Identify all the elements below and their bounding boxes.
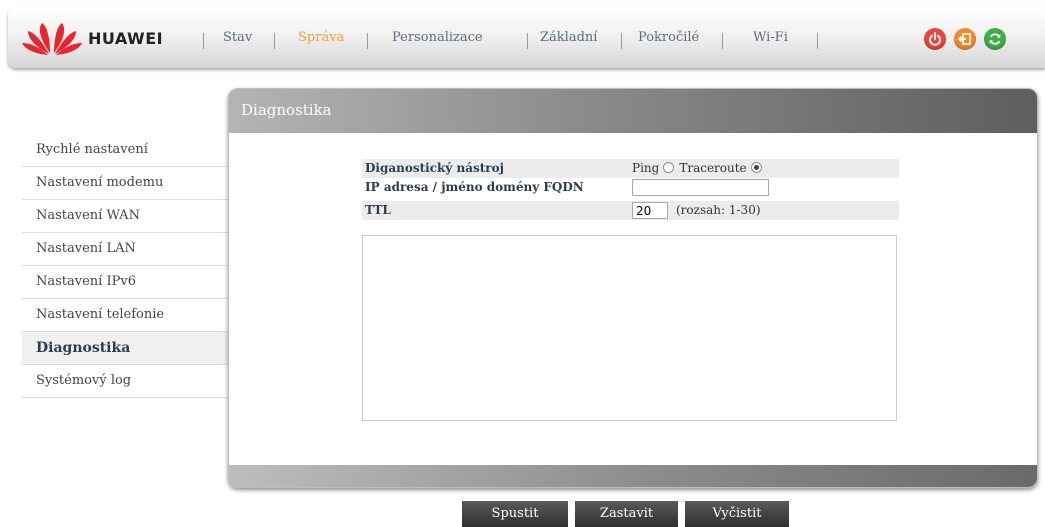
- nav-separator: [527, 33, 528, 49]
- ping-radio[interactable]: [663, 162, 675, 173]
- refresh-icon[interactable]: [984, 28, 1006, 50]
- nav-item-zakladni[interactable]: Základní: [540, 30, 597, 45]
- sidebar-item-nastaveni-telefonie[interactable]: Nastavení telefonie: [22, 299, 228, 332]
- traceroute-radio[interactable]: [750, 162, 762, 173]
- clear-button[interactable]: Vyčistit: [685, 501, 789, 527]
- nav-separator: [722, 33, 723, 49]
- nav-item-sprava[interactable]: Správa: [298, 30, 344, 45]
- huawei-flower-icon: [22, 23, 82, 55]
- nav-separator: [274, 33, 275, 49]
- nav-separator: [621, 33, 622, 49]
- power-icon[interactable]: [924, 28, 946, 50]
- tool-label: Diganostický nástroj: [365, 161, 504, 175]
- diagnostics-output[interactable]: [362, 235, 897, 421]
- ping-option-label: Ping: [632, 161, 660, 175]
- sidebar-item-nastaveni-wan[interactable]: Nastavení WAN: [22, 200, 228, 233]
- sidebar-item-systemovy-log[interactable]: Systémový log: [22, 365, 228, 398]
- start-button[interactable]: Spustit: [462, 501, 568, 527]
- logout-icon[interactable]: [954, 28, 976, 50]
- panel-footer: [229, 465, 1037, 487]
- sidebar-item-diagnostika[interactable]: Diagnostika: [22, 332, 228, 365]
- nav-item-stav[interactable]: Stav: [223, 30, 252, 45]
- sidebar-menu: Rychlé nastavení Nastavení modemu Nastav…: [22, 134, 228, 398]
- sidebar-item-nastaveni-modemu[interactable]: Nastavení modemu: [22, 167, 228, 200]
- page-title: Diagnostika: [241, 101, 332, 119]
- sidebar-item-nastaveni-lan[interactable]: Nastavení LAN: [22, 233, 228, 266]
- nav-item-wifi[interactable]: Wi-Fi: [753, 30, 788, 45]
- panel-header: Diagnostika: [229, 89, 1037, 133]
- nav-separator: [367, 33, 368, 49]
- address-input[interactable]: [632, 179, 769, 196]
- ttl-label: TTL: [365, 203, 391, 217]
- address-label: IP adresa / jméno domény FQDN: [365, 180, 584, 194]
- tool-row: Diganostický nástroj Ping Traceroute: [362, 159, 899, 178]
- sidebar-item-nastaveni-ipv6[interactable]: Nastavení IPv6: [22, 266, 228, 299]
- diagnostics-panel: Diagnostika Diganostický nástroj Ping Tra…: [228, 88, 1038, 488]
- traceroute-option-label: Traceroute: [679, 161, 747, 175]
- huawei-logo: HUAWEI: [22, 21, 192, 55]
- ttl-row: TTL (rozsah: 1-30): [362, 201, 899, 220]
- ttl-input[interactable]: [632, 202, 668, 219]
- nav-separator: [817, 33, 818, 49]
- nav-item-pokrocile[interactable]: Pokročilé: [638, 30, 699, 45]
- nav-item-personalizace[interactable]: Personalizace: [392, 30, 483, 45]
- brand-name: HUAWEI: [88, 29, 164, 48]
- top-navigation-bar: HUAWEI Stav Správa Personalizace Základn…: [8, 8, 1045, 68]
- nav-separator: [203, 33, 204, 49]
- ttl-range: (rozsah: 1-30): [676, 203, 761, 217]
- sidebar-item-rychle-nastaveni[interactable]: Rychlé nastavení: [22, 134, 228, 167]
- stop-button[interactable]: Zastavit: [575, 501, 678, 527]
- address-row: IP adresa / jméno domény FQDN: [362, 178, 899, 197]
- tool-options: Ping Traceroute: [632, 159, 767, 178]
